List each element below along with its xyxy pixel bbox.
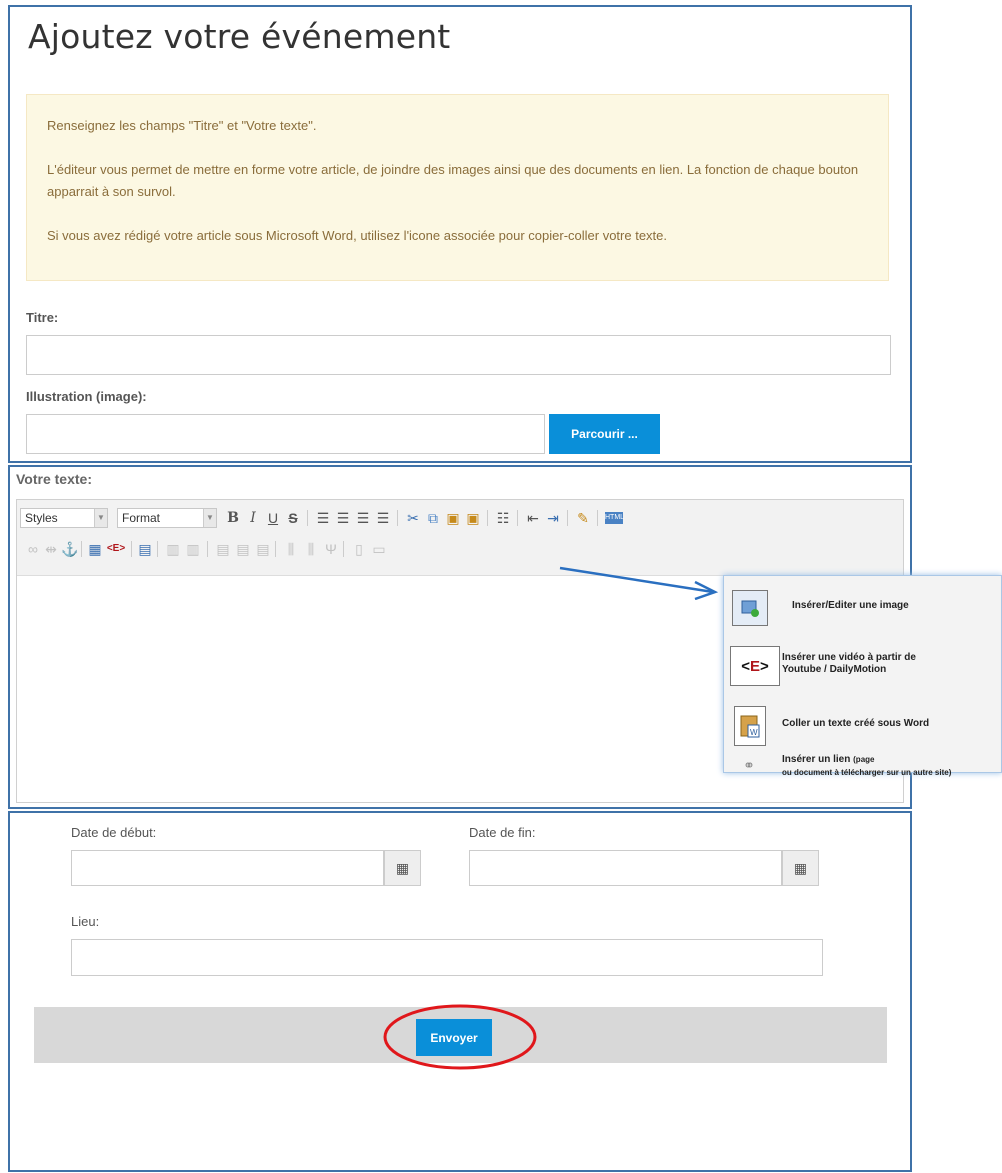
col-after-icon[interactable]: ⫼ [303, 540, 319, 558]
align-justify-icon[interactable]: ☰ [375, 509, 391, 527]
annotation-circle [383, 1004, 537, 1070]
unlink-icon[interactable]: ⇹ [43, 540, 59, 558]
calendar-icon[interactable]: ▦ [384, 850, 421, 886]
toolbar-separator [343, 541, 344, 557]
title-label: Titre: [26, 310, 59, 325]
notice-line-2: L'éditeur vous permet de mettre en forme… [47, 162, 859, 199]
paste-icon[interactable]: ▣ [445, 509, 461, 527]
row-delete-icon[interactable]: ▤ [255, 540, 271, 558]
toolbar-separator [157, 541, 158, 557]
link-icon[interactable]: ∞ [25, 540, 41, 558]
split-cells-icon[interactable]: ▯ [351, 540, 367, 558]
callout-video-text-1: Insérer une vidéo à partir de [782, 652, 916, 663]
styles-select-value: Styles [25, 511, 58, 525]
callout-word-text: Coller un texte créé sous Word [782, 718, 930, 729]
paste-from-word-icon: W [734, 706, 766, 746]
anchor-icon[interactable]: ⚓ [61, 540, 78, 558]
styles-select[interactable]: Styles ▼ [20, 508, 108, 528]
table-props-icon[interactable]: ▥ [185, 540, 201, 558]
table-icon[interactable]: ▥ [165, 540, 181, 558]
toolbar-separator [81, 541, 82, 557]
strikethrough-icon[interactable]: S [285, 509, 301, 527]
underline-icon[interactable]: U [265, 509, 281, 527]
cut-icon[interactable]: ✂ [405, 509, 421, 527]
place-input[interactable] [71, 939, 823, 976]
page-title: Ajoutez votre événement [28, 17, 451, 56]
callout-video-text-2: Youtube / DailyMotion [782, 664, 887, 675]
chevron-down-icon: ▼ [94, 509, 107, 527]
notice-line-3: Si vous avez rédigé votre article sous M… [47, 228, 668, 243]
toolbar-separator [597, 510, 598, 526]
browse-button[interactable]: Parcourir ... [549, 414, 660, 454]
toolbar-separator [567, 510, 568, 526]
copy-icon[interactable]: ⧉ [425, 509, 441, 527]
merge-cells-icon[interactable]: ▭ [371, 540, 387, 558]
toolbar-separator [307, 510, 308, 526]
toolbar-separator [275, 541, 276, 557]
paste-from-word-icon[interactable]: ▣ [465, 509, 481, 527]
title-input[interactable] [26, 335, 891, 375]
col-before-icon[interactable]: ⫼ [283, 540, 299, 558]
end-date-label: Date de fin: [469, 825, 536, 840]
toolbar-separator [487, 510, 488, 526]
insert-image-icon[interactable]: ▦ [87, 540, 103, 558]
illustration-label: Illustration (image): [26, 389, 147, 404]
align-center-icon[interactable]: ☰ [335, 509, 351, 527]
italic-icon[interactable]: I [245, 509, 261, 527]
callout-link-text: Insérer un lien (page [782, 754, 874, 766]
clean-format-brush-icon[interactable]: ✎ [575, 509, 591, 527]
bullet-list-icon[interactable]: ☷ [495, 509, 511, 527]
insert-video-icon: <E> [730, 646, 780, 686]
info-notice: Renseignez les champs "Titre" et "Votre … [26, 94, 889, 281]
toolbar-separator [207, 541, 208, 557]
editor-toolbar: Styles ▼ Format ▼ B I U S ☰ ☰ ☰ ☰ ✂ ⧉ ▣ … [17, 500, 903, 576]
chevron-down-icon: ▼ [203, 509, 216, 527]
text-label: Votre texte: [16, 471, 92, 487]
col-delete-icon[interactable]: Ψ [323, 540, 339, 558]
insert-image-icon [732, 590, 768, 626]
toolbar-help-callout: Insérer/Editer une image <E> Insérer une… [723, 575, 1002, 777]
outdent-icon[interactable]: ⇤ [525, 509, 541, 527]
bold-icon[interactable]: B [225, 509, 241, 527]
annotation-arrow [559, 566, 719, 600]
insert-video-icon[interactable]: <E> [105, 540, 127, 558]
row-after-icon[interactable]: ▤ [235, 540, 251, 558]
end-date-input[interactable] [469, 850, 782, 886]
callout-link-small-1: (page [853, 755, 875, 764]
indent-icon[interactable]: ⇥ [545, 509, 561, 527]
event-details-panel: Date de début: ▦ Date de fin: ▦ Lieu: En… [8, 811, 912, 1172]
align-left-icon[interactable]: ☰ [315, 509, 331, 527]
html-source-icon[interactable]: HTML [605, 512, 624, 524]
row-insert-icon[interactable]: ▤ [215, 540, 231, 558]
illustration-input[interactable] [26, 414, 545, 454]
callout-image-text: Insérer/Editer une image [792, 600, 909, 611]
format-select-value: Format [122, 511, 161, 525]
start-date-label: Date de début: [71, 825, 157, 840]
svg-text:W: W [750, 728, 758, 737]
link-icon: ⚭ [743, 756, 755, 773]
place-label: Lieu: [71, 914, 100, 929]
callout-link-small-2: ou document à télécharger sur un autre s… [782, 768, 952, 777]
format-select[interactable]: Format ▼ [117, 508, 217, 528]
callout-link-main: Insérer un lien [782, 754, 851, 765]
toolbar-separator [397, 510, 398, 526]
event-header-panel: Ajoutez votre événement Renseignez les c… [8, 5, 912, 463]
insert-document-icon[interactable]: ▤ [137, 540, 153, 558]
toolbar-separator [131, 541, 132, 557]
notice-line-1: Renseignez les champs "Titre" et "Votre … [47, 118, 317, 133]
toolbar-separator [517, 510, 518, 526]
calendar-icon[interactable]: ▦ [782, 850, 819, 886]
align-right-icon[interactable]: ☰ [355, 509, 371, 527]
start-date-input[interactable] [71, 850, 384, 886]
